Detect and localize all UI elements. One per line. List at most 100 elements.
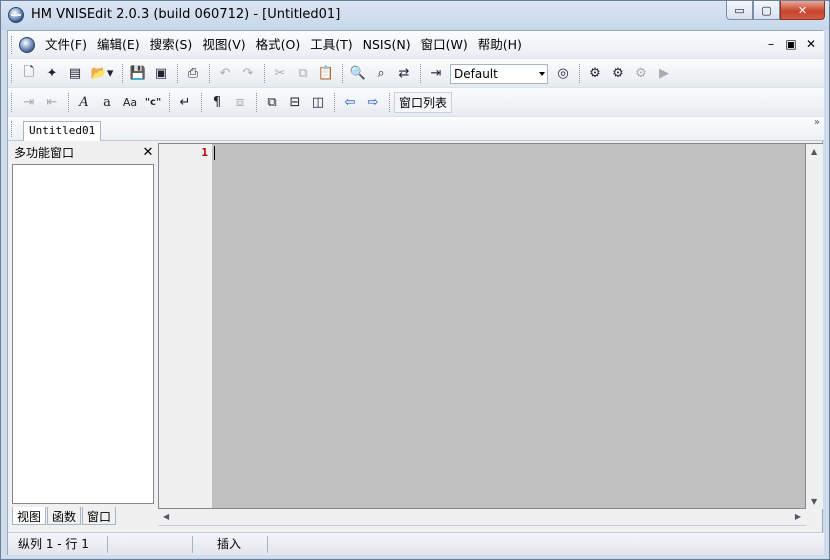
mdi-minimize-button[interactable]: – (764, 37, 778, 51)
scroll-right-icon[interactable]: ▶ (795, 512, 801, 521)
toolbar-grip[interactable] (11, 93, 14, 112)
toolbar-separator (420, 64, 421, 83)
panel-close-icon[interactable]: ✕ (141, 143, 155, 163)
scroll-down-icon[interactable]: ▼ (811, 497, 817, 506)
toggle-case-icon[interactable]: Aa (119, 92, 141, 113)
find-next-icon[interactable]: ⌕ (370, 63, 392, 84)
maximize-button[interactable]: ▢ (753, 1, 780, 20)
panel-tabs: 视图 函数 窗口 (12, 507, 117, 525)
outdent-icon[interactable]: ⇤ (41, 92, 63, 113)
toolbar-separator (264, 64, 265, 83)
compile-run-icon[interactable]: ⚙ (607, 63, 629, 84)
copy-icon[interactable]: ⧉ (292, 63, 314, 84)
menu-view[interactable]: 视图(V) (197, 37, 250, 53)
save-all-icon[interactable]: ▣ (150, 63, 172, 84)
print-icon[interactable]: ⎙ (182, 63, 204, 84)
document-tabs-bar: Untitled01 » (8, 117, 824, 141)
window-controls: ▭ ▢ ✕ (726, 1, 825, 22)
toolbar-separator (389, 93, 390, 112)
panel-tab-functions[interactable]: 函数 (47, 507, 82, 525)
lowercase-icon[interactable]: a (96, 92, 118, 113)
syntax-icon[interactable]: ◎ (552, 63, 574, 84)
menu-nsis[interactable]: NSIS(N) (358, 37, 416, 53)
toolbar-separator (169, 93, 170, 112)
menu-search[interactable]: 搜索(S) (145, 37, 198, 53)
cut-icon[interactable]: ✂ (269, 63, 291, 84)
toolbar-separator (122, 64, 123, 83)
menu-window[interactable]: 窗口(W) (416, 37, 473, 53)
line-number: 1 (201, 146, 208, 159)
minimize-button[interactable]: ▭ (726, 1, 753, 20)
toolbar-separator (177, 64, 178, 83)
menu-file[interactable]: 文件(F) (40, 37, 92, 53)
run-icon[interactable]: ▶ (653, 63, 675, 84)
text-caret (214, 146, 215, 160)
panel-tree-view[interactable] (12, 164, 154, 504)
mdi-close-button[interactable]: ✕ (804, 37, 818, 51)
toolbar-separator (342, 64, 343, 83)
find-icon[interactable]: 🔍 (347, 63, 369, 84)
tab-untitled01[interactable]: Untitled01 (23, 121, 102, 141)
app-globe-icon[interactable] (8, 7, 24, 23)
compile-options-icon[interactable]: ⚙ (630, 63, 652, 84)
panel-tab-view[interactable]: 视图 (12, 507, 47, 525)
panel-tab-windows[interactable]: 窗口 (82, 507, 117, 525)
pilcrow-icon[interactable]: ¶ (206, 92, 228, 113)
wizard-icon[interactable]: ✦ (41, 63, 63, 84)
toolbar-separator (68, 93, 69, 112)
previous-window-icon[interactable]: ⇦ (339, 92, 361, 113)
whitespace-icon[interactable]: ⧈ (229, 92, 251, 113)
mdi-restore-button[interactable]: ▣ (784, 37, 798, 51)
open-folder-icon[interactable]: 📂▾ (87, 63, 117, 84)
goto-icon[interactable]: ⇥ (425, 63, 447, 84)
menu-help[interactable]: 帮助(H) (473, 37, 527, 53)
style-combo[interactable]: Default (450, 63, 548, 84)
menu-edit[interactable]: 编辑(E) (92, 37, 145, 53)
paste-icon[interactable]: 📋 (315, 63, 337, 84)
menu-format[interactable]: 格式(O) (251, 37, 306, 53)
window-list-button[interactable]: 窗口列表 (394, 92, 453, 113)
standard-toolbar: 🗋 ✦ ▤ 📂▾ 💾 ▣ ⎙ ↶ ↷ ✂ ⧉ 📋 🔍 ⌕ ⇄ ⇥ Default… (8, 59, 824, 88)
close-button[interactable]: ✕ (780, 1, 825, 20)
menu-tools[interactable]: 工具(T) (305, 37, 357, 53)
tile-vertical-icon[interactable]: ◫ (307, 92, 329, 113)
horizontal-scrollbar[interactable]: ◀ ▶ (158, 509, 806, 526)
menubar-grip[interactable] (11, 36, 14, 54)
undo-icon[interactable]: ↶ (214, 63, 236, 84)
document-globe-icon[interactable] (19, 37, 35, 53)
cascade-icon[interactable]: ⧉ (261, 92, 283, 113)
indent-icon[interactable]: ⇥ (18, 92, 40, 113)
new-file-icon[interactable]: 🗋 (18, 63, 40, 84)
tabs-overflow-icon[interactable]: » (814, 117, 820, 128)
scroll-left-icon[interactable]: ◀ (163, 512, 169, 521)
panel-title: 多功能窗口 (14, 146, 75, 160)
toolbar-separator (256, 93, 257, 112)
replace-icon[interactable]: ⇄ (393, 63, 415, 84)
toolbar-grip[interactable] (11, 64, 14, 83)
mdi-controls: – ▣ ✕ (764, 37, 818, 51)
uppercase-icon[interactable]: A (73, 92, 95, 113)
chevron-down-icon[interactable] (539, 71, 545, 76)
quote-icon[interactable]: "c" (142, 92, 164, 113)
scroll-up-icon[interactable]: ▲ (811, 147, 817, 156)
compile-icon[interactable]: ⚙ (584, 63, 606, 84)
tabsbar-grip[interactable] (11, 121, 14, 137)
toolbar-separator (201, 93, 202, 112)
status-empty-cell (108, 536, 193, 553)
title-bar[interactable]: HM VNISEdit 2.0.3 (build 060712) - [Unti… (1, 1, 829, 30)
style-combo-value: Default (454, 66, 498, 81)
toolbar-separator (209, 64, 210, 83)
template-icon[interactable]: ▤ (64, 63, 86, 84)
tile-horizontal-icon[interactable]: ⊟ (284, 92, 306, 113)
redo-icon[interactable]: ↷ (237, 63, 259, 84)
word-wrap-icon[interactable]: ↵ (174, 92, 196, 113)
vertical-scrollbar[interactable]: ▲ ▼ (806, 143, 823, 509)
format-toolbar: ⇥ ⇤ A a Aa "c" ↵ ¶ ⧈ ⧉ ⊟ ◫ ⇦ ⇨ 窗口列表 (8, 88, 824, 117)
code-editor[interactable]: 1 (158, 143, 806, 509)
next-window-icon[interactable]: ⇨ (362, 92, 384, 113)
insert-mode: 插入 (193, 536, 268, 553)
save-icon[interactable]: 💾 (127, 63, 149, 84)
cursor-position: 纵列 1 - 行 1 (14, 536, 108, 553)
toolbar-separator (334, 93, 335, 112)
menu-items: 文件(F) 编辑(E) 搜索(S) 视图(V) 格式(O) 工具(T) NSIS… (40, 37, 527, 53)
